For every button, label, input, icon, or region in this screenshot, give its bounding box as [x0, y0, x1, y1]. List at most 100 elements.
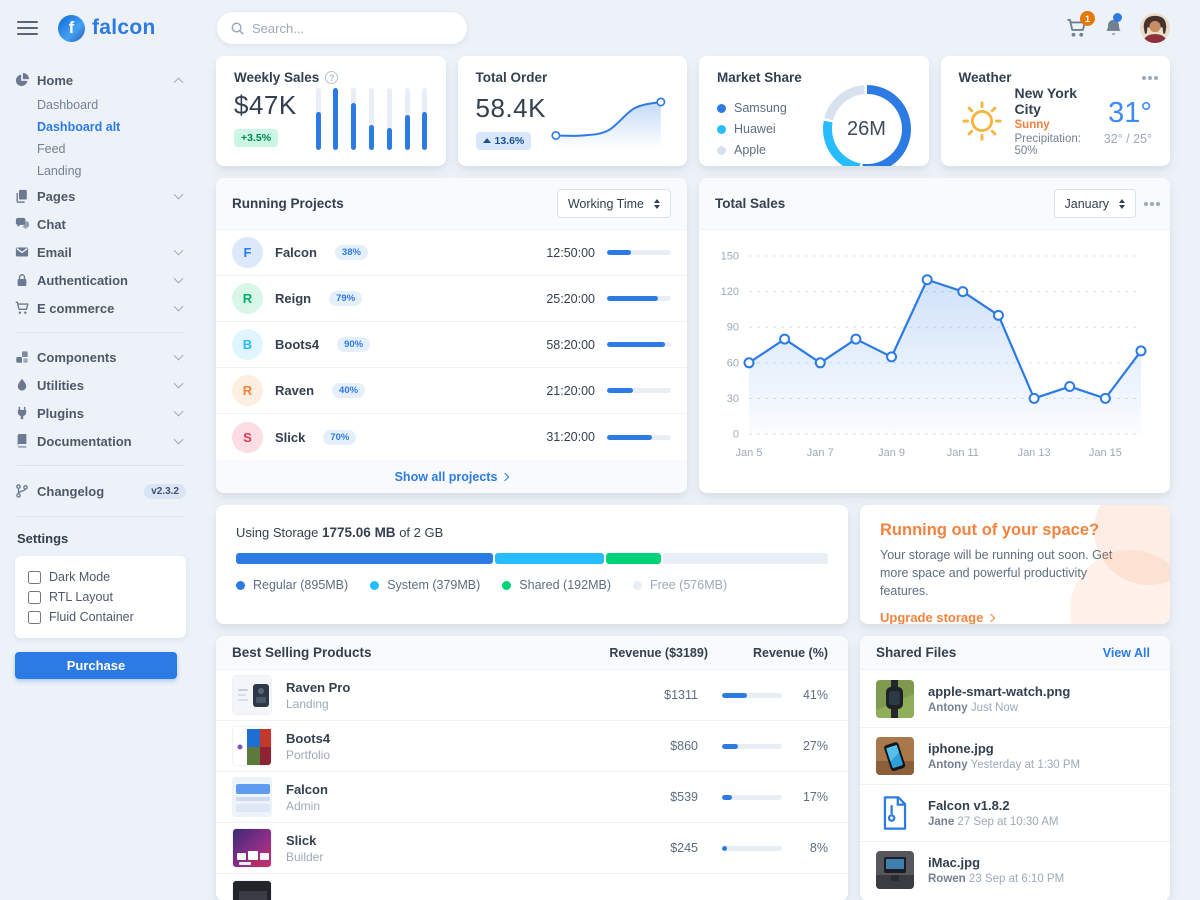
file-time: 27 Sep at 10:30 AM [957, 816, 1058, 828]
project-progress-badge: 70% [323, 430, 356, 445]
falcon-logo-icon: f [58, 15, 85, 42]
total-order-badge: 13.6% [476, 132, 532, 150]
fluid-container-toggle[interactable]: Fluid Container [28, 607, 173, 627]
notifications-button[interactable] [1104, 18, 1123, 38]
puzzle-icon [15, 350, 37, 364]
total-sales-card: Total Sales January 0306090120150Jan 5Ja… [699, 178, 1170, 493]
weather-condition: Sunny [1015, 119, 1094, 131]
legend-item: Free (576MB) [633, 578, 727, 592]
product-revenue-bar [722, 744, 782, 749]
show-all-projects-link[interactable]: Show all projects [216, 460, 687, 493]
product-row [216, 874, 848, 900]
file-name-link[interactable]: iMac.jpg [928, 855, 1064, 870]
project-time: 21:20:00 [537, 384, 595, 398]
product-name-link[interactable]: Slick [286, 833, 608, 848]
sidebar-item-documentation[interactable]: Documentation [15, 427, 186, 455]
sidebar-item-email[interactable]: Email [15, 238, 186, 266]
product-row: Boots4 Portfolio $860 27% [216, 721, 848, 772]
project-name-link[interactable]: Reign [275, 291, 311, 306]
product-name-link[interactable]: Falcon [286, 782, 608, 797]
weather-city: New York City [1015, 85, 1094, 117]
working-time-select[interactable]: Working Time [557, 189, 671, 218]
chevron-right-icon [987, 614, 995, 622]
svg-text:Jan 9: Jan 9 [878, 447, 905, 459]
total-order-title: Total Order [476, 70, 548, 85]
search-box[interactable] [216, 11, 468, 45]
project-row: B Boots4 90% 58:20:00 [216, 322, 687, 368]
sidebar-item-authentication[interactable]: Authentication [15, 266, 186, 294]
dark-mode-toggle[interactable]: Dark Mode [28, 567, 173, 587]
chevron-down-icon [174, 435, 184, 445]
card-menu-icon[interactable] [1148, 76, 1152, 80]
menu-toggle-button[interactable] [15, 17, 40, 39]
project-progress-badge: 79% [329, 291, 362, 306]
legend-dot [717, 125, 726, 134]
cart-button[interactable]: 1 [1066, 18, 1087, 38]
project-name-link[interactable]: Falcon [275, 245, 317, 260]
dark-mode-checkbox[interactable] [28, 571, 41, 584]
market-share-card: Market Share Samsung Huawei [699, 56, 929, 166]
envelope-icon [15, 245, 37, 259]
fluid-container-checkbox[interactable] [28, 611, 41, 624]
project-name-link[interactable]: Raven [275, 383, 314, 398]
file-name-link[interactable]: iphone.jpg [928, 741, 1080, 756]
project-time: 12:50:00 [537, 246, 595, 260]
file-user: Jane [928, 816, 954, 828]
sort-caret-icon [654, 199, 660, 209]
purchase-button[interactable]: Purchase [15, 652, 177, 679]
sidebar-item-pages[interactable]: Pages [15, 182, 186, 210]
project-avatar: F [232, 237, 263, 268]
project-name-link[interactable]: Slick [275, 430, 305, 445]
rtl-layout-toggle[interactable]: RTL Layout [28, 587, 173, 607]
storage-row: Using Storage 1775.06 MB of 2 GB Regular… [216, 505, 1170, 624]
file-name-link[interactable]: Falcon v1.8.2 [928, 798, 1058, 813]
sidebar-item-dashboard-alt[interactable]: Dashboard alt [15, 116, 186, 138]
user-avatar[interactable] [1140, 13, 1170, 43]
chevron-down-icon [174, 190, 184, 200]
sidebar-item-chat[interactable]: Chat [15, 210, 186, 238]
storage-segment [236, 553, 493, 564]
project-avatar: B [232, 329, 263, 360]
upgrade-storage-link[interactable]: Upgrade storage [880, 610, 994, 624]
card-menu-icon[interactable] [1150, 202, 1154, 206]
file-row: Falcon v1.8.2 Jane 27 Sep at 10:30 AM [860, 784, 1170, 841]
product-revenue-bar [722, 795, 782, 800]
month-select[interactable]: January [1054, 189, 1136, 218]
nav-divider [17, 465, 184, 466]
sidebar-item-home[interactable]: Home [15, 66, 186, 94]
sidebar-item-changelog[interactable]: Changelog v2.3.2 [15, 476, 186, 506]
chevron-down-icon [174, 379, 184, 389]
topbar: 1 [216, 0, 1170, 56]
file-row: iphone.jpg Antony Yesterday at 1:30 PM [860, 727, 1170, 784]
sidebar-item-components[interactable]: Components [15, 343, 186, 371]
storage-segment [663, 553, 828, 564]
file-name-link[interactable]: apple-smart-watch.png [928, 684, 1070, 699]
sidebar-item-landing[interactable]: Landing [15, 160, 186, 182]
project-time: 58:20:00 [537, 338, 595, 352]
brand-logo[interactable]: f falcon [58, 15, 156, 42]
project-progress-badge: 90% [337, 337, 370, 352]
product-name-link[interactable]: Boots4 [286, 731, 608, 746]
search-input[interactable] [252, 21, 453, 36]
file-user: Antony [928, 702, 968, 714]
file-icon-archive [876, 794, 914, 832]
nav-divider [17, 332, 184, 333]
file-row: iMac.jpg Rowen 23 Sep at 6:10 PM [860, 841, 1170, 898]
product-revenue-bar [722, 846, 782, 851]
total-order-chart [546, 85, 669, 157]
sidebar-item-utilities[interactable]: Utilities [15, 371, 186, 399]
project-name-link[interactable]: Boots4 [275, 337, 319, 352]
sidebar-item-dashboard[interactable]: Dashboard [15, 94, 186, 116]
space-title: Running out of your space? [880, 521, 1150, 540]
sidebar-item-feed[interactable]: Feed [15, 138, 186, 160]
sidebar-item-plugins[interactable]: Plugins [15, 399, 186, 427]
rtl-layout-checkbox[interactable] [28, 591, 41, 604]
product-name-link[interactable]: Raven Pro [286, 680, 608, 695]
revenue-column-header: Revenue ($3189) [548, 646, 708, 660]
view-all-link[interactable]: View All [1103, 646, 1150, 660]
legend-item: Regular (895MB) [236, 578, 348, 592]
running-projects-card: Running Projects Working Time F Falcon 3… [216, 178, 687, 493]
product-category: Builder [286, 850, 608, 864]
sidebar-item-ecommerce[interactable]: E commerce [15, 294, 186, 322]
help-icon[interactable] [325, 71, 338, 84]
